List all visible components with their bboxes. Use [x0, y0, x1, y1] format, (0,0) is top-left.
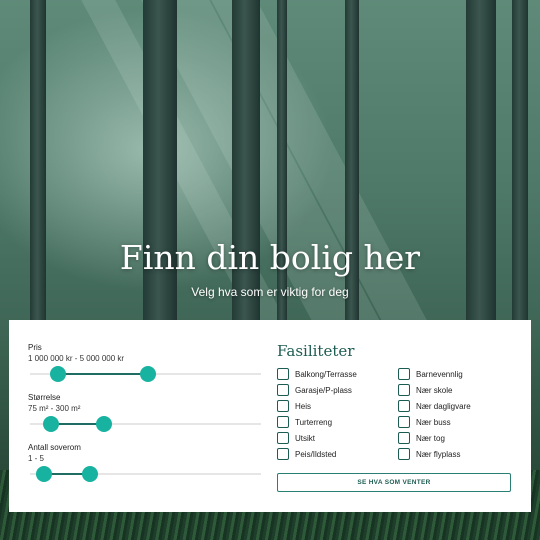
- amenity-option[interactable]: Balkong/Terrasse: [277, 366, 387, 382]
- amenity-option[interactable]: Nær tog: [398, 430, 508, 446]
- amenity-label: Nær tog: [416, 433, 445, 443]
- price-max-handle[interactable]: [139, 366, 156, 382]
- price-label: Pris: [28, 343, 42, 352]
- size-max-handle[interactable]: [95, 416, 112, 432]
- price-range-value: 1 000 000 kr - 5 000 000 kr: [28, 354, 125, 363]
- checkbox[interactable]: [398, 416, 410, 428]
- amenities-title: Fasiliteter: [277, 342, 355, 360]
- size-range-value: 75 m² - 300 m²: [28, 404, 81, 413]
- amenity-option[interactable]: Garasje/P-plass: [277, 382, 387, 398]
- amenities-column-1: Balkong/Terrasse Garasje/P-plass Heis Tu…: [277, 366, 387, 462]
- bedrooms-filter: Antall soverom 1 - 5: [28, 442, 263, 492]
- checkbox[interactable]: [277, 384, 289, 396]
- size-min-handle[interactable]: [42, 416, 59, 432]
- checkbox[interactable]: [277, 448, 289, 460]
- price-slider-track[interactable]: [30, 366, 261, 382]
- see-what-awaits-button[interactable]: SE HVA SOM VENTER: [277, 473, 511, 492]
- amenity-option[interactable]: Barnevennlig: [398, 366, 508, 382]
- checkbox[interactable]: [277, 432, 289, 444]
- amenity-option[interactable]: Heis: [277, 398, 387, 414]
- amenity-label: Barnevennlig: [416, 369, 463, 379]
- amenity-label: Heis: [295, 401, 312, 411]
- amenity-option[interactable]: Nær flyplass: [398, 446, 508, 462]
- range-filters: Pris 1 000 000 kr - 5 000 000 kr Størrel…: [28, 342, 263, 492]
- amenity-label: Nær skole: [416, 385, 453, 395]
- amenity-option[interactable]: Nær buss: [398, 414, 508, 430]
- bedrooms-min-handle[interactable]: [35, 466, 52, 482]
- amenity-option[interactable]: Nær skole: [398, 382, 508, 398]
- page-subtitle: Velg hva som er viktig for deg: [191, 285, 349, 299]
- size-filter: Størrelse 75 m² - 300 m²: [28, 392, 263, 442]
- amenity-label: Nær flyplass: [416, 449, 461, 459]
- bedrooms-label: Antall soverom: [28, 443, 81, 452]
- page-title: Finn din bolig her: [119, 238, 421, 277]
- checkbox[interactable]: [277, 368, 289, 380]
- amenity-label: Nær buss: [416, 417, 451, 427]
- bedrooms-max-handle[interactable]: [82, 466, 99, 482]
- checkbox[interactable]: [398, 384, 410, 396]
- amenity-option[interactable]: Peis/Ildsted: [277, 446, 387, 462]
- size-label: Størrelse: [28, 393, 61, 402]
- bedrooms-slider-track[interactable]: [30, 466, 261, 482]
- price-slider-fill: [57, 373, 148, 375]
- bedrooms-range-value: 1 - 5: [28, 454, 45, 463]
- size-slider-track[interactable]: [30, 416, 261, 432]
- checkbox[interactable]: [277, 400, 289, 412]
- checkbox[interactable]: [277, 416, 289, 428]
- amenity-option[interactable]: Turterreng: [277, 414, 387, 430]
- amenity-option[interactable]: Utsikt: [277, 430, 387, 446]
- amenity-label: Balkong/Terrasse: [295, 369, 357, 379]
- amenity-label: Garasje/P-plass: [295, 385, 352, 395]
- price-min-handle[interactable]: [49, 366, 66, 382]
- checkbox[interactable]: [398, 368, 410, 380]
- search-panel: Pris 1 000 000 kr - 5 000 000 kr Størrel…: [9, 320, 531, 512]
- checkbox[interactable]: [398, 448, 410, 460]
- price-filter: Pris 1 000 000 kr - 5 000 000 kr: [28, 342, 263, 392]
- amenity-label: Nær dagligvare: [416, 401, 471, 411]
- amenity-option[interactable]: Nær dagligvare: [398, 398, 508, 414]
- amenity-label: Utsikt: [295, 433, 315, 443]
- checkbox[interactable]: [398, 400, 410, 412]
- amenities-column-2: Barnevennlig Nær skole Nær dagligvare Næ…: [398, 366, 508, 462]
- checkbox[interactable]: [398, 432, 410, 444]
- amenity-label: Turterreng: [295, 417, 333, 427]
- amenity-label: Peis/Ildsted: [295, 449, 337, 459]
